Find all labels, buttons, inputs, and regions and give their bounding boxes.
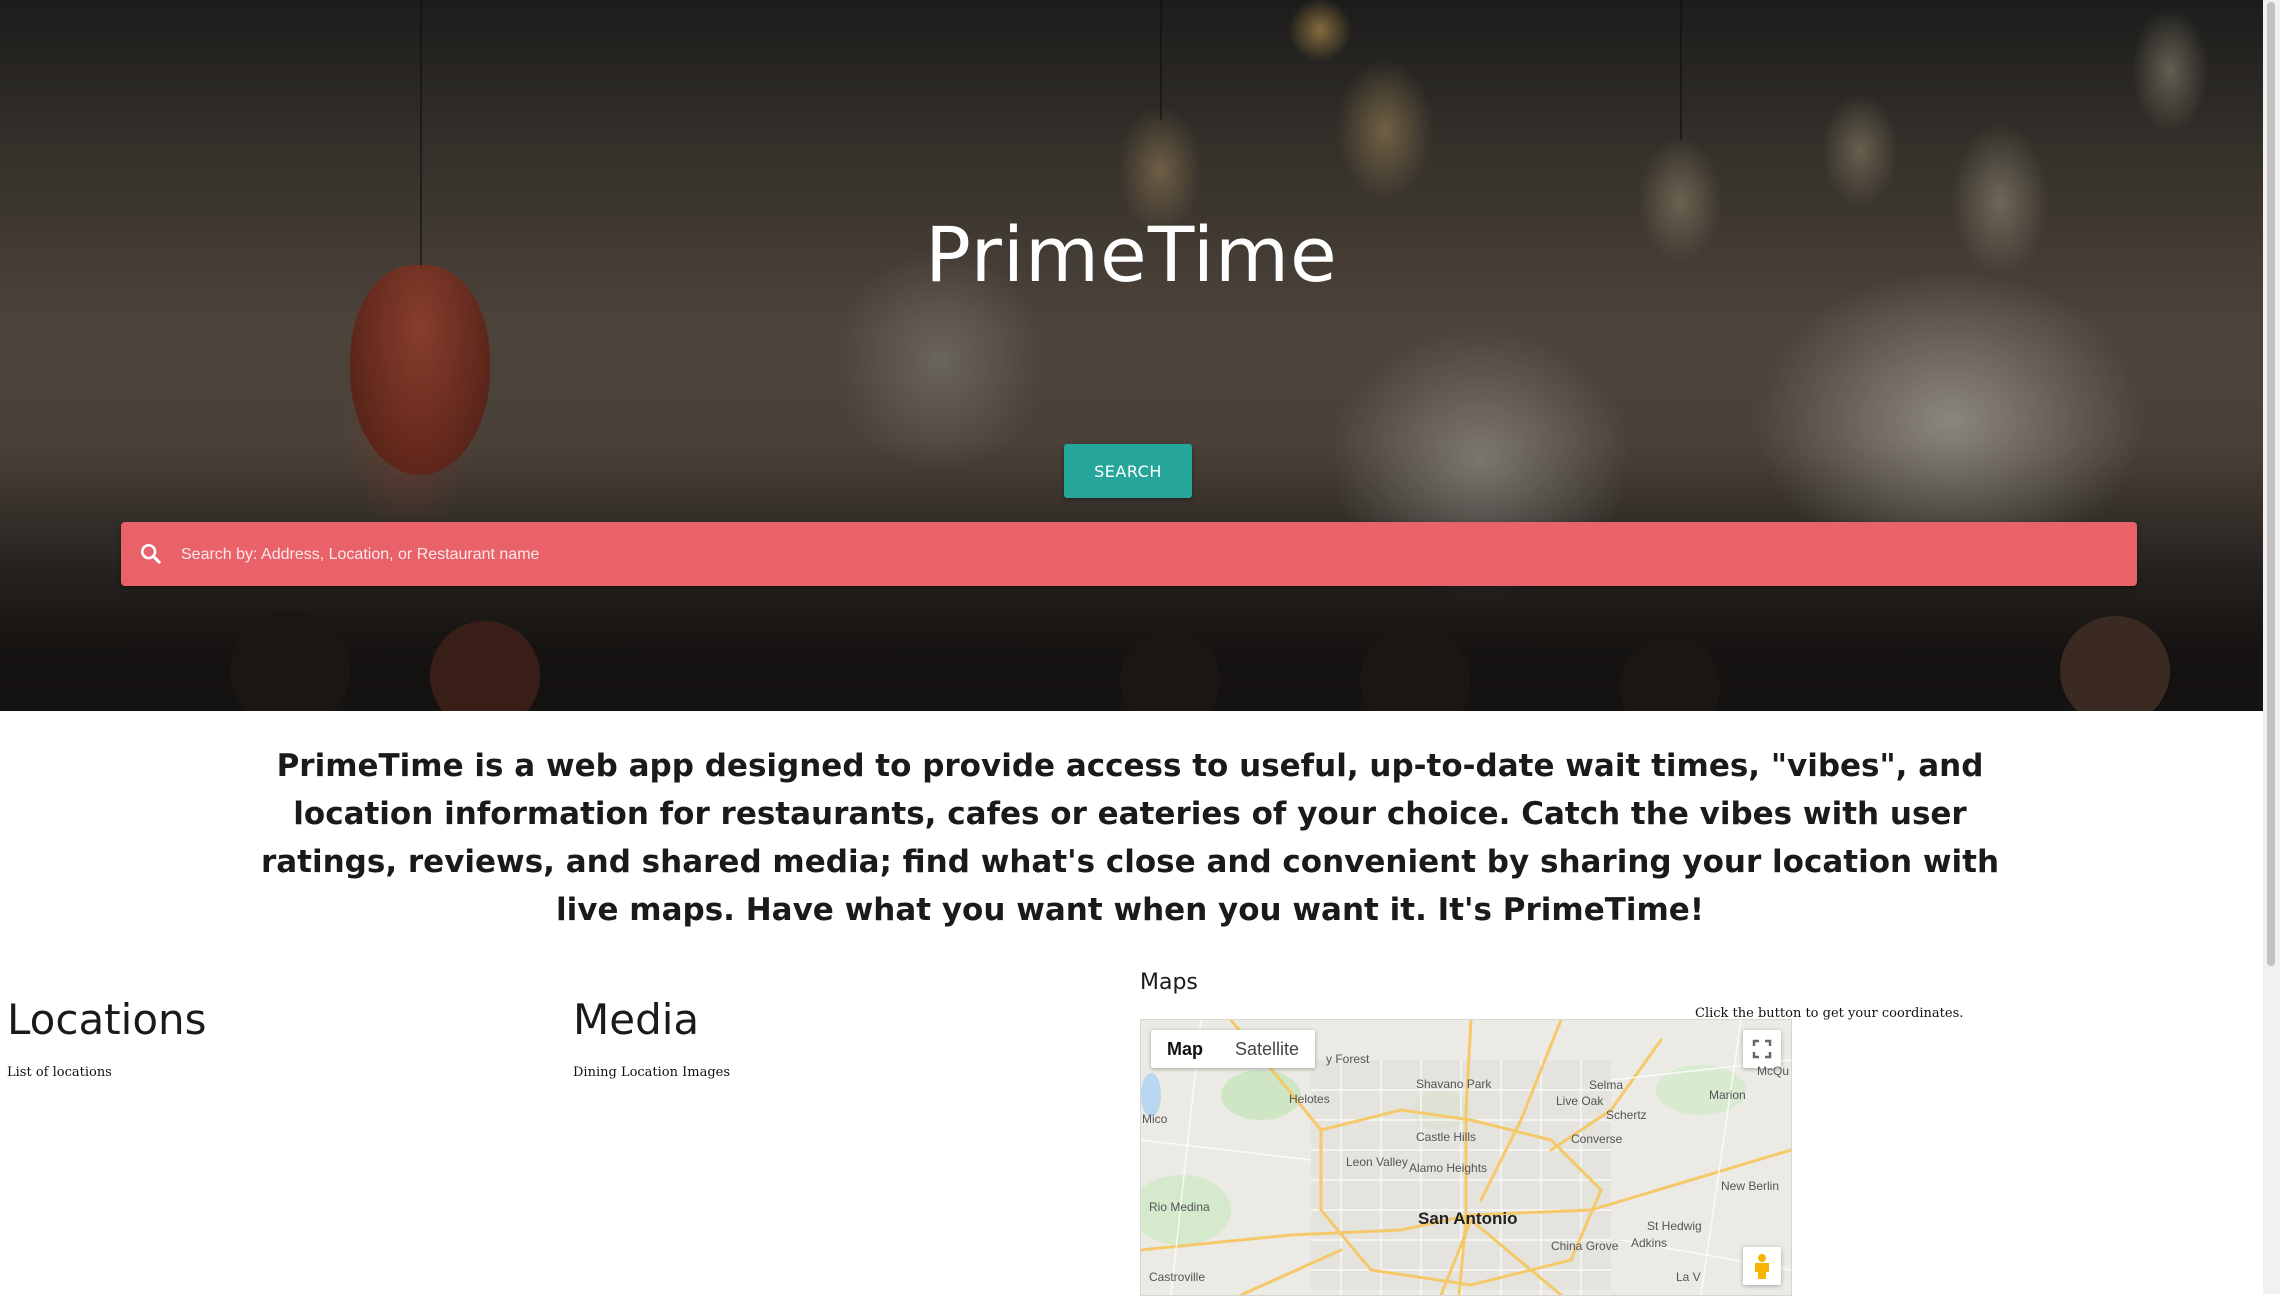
map-place-label: McQu xyxy=(1757,1064,1790,1078)
locations-subtitle: List of locations xyxy=(7,1065,112,1080)
crowd-silhouette xyxy=(230,611,350,711)
map-place-label: China Grove xyxy=(1551,1239,1619,1253)
pegman-icon xyxy=(1755,1254,1769,1279)
search-input[interactable] xyxy=(179,530,2123,580)
map-place-label: Leon Valley xyxy=(1346,1155,1408,1169)
crowd-silhouette xyxy=(2060,616,2170,711)
scrollbar-thumb[interactable] xyxy=(2267,2,2275,966)
map-place-label: Mico xyxy=(1142,1112,1168,1126)
map-type-map[interactable]: Map xyxy=(1151,1030,1219,1068)
map-place-label: Castroville xyxy=(1149,1270,1206,1284)
street-view-button[interactable] xyxy=(1743,1247,1781,1285)
map-place-label: y Forest xyxy=(1326,1052,1370,1066)
intro-description: PrimeTime is a web app designed to provi… xyxy=(260,748,2000,928)
app-title: PrimeTime xyxy=(925,210,1338,299)
map-place-label: Live Oak xyxy=(1556,1094,1604,1108)
map-place-label: Rio Medina xyxy=(1149,1200,1210,1214)
maps-heading: Maps xyxy=(1140,970,1198,995)
map-city-label: San Antonio xyxy=(1418,1209,1518,1228)
map-place-label: Helotes xyxy=(1289,1092,1330,1106)
map-place-label: Converse xyxy=(1571,1132,1623,1146)
search-button[interactable]: SEARCH xyxy=(1064,444,1192,498)
map-place-label: Castle Hills xyxy=(1416,1130,1477,1144)
crowd-silhouette xyxy=(430,621,540,711)
map-place-label: Alamo Heights xyxy=(1409,1161,1488,1175)
hero-banner: PrimeTime SEARCH xyxy=(0,0,2263,711)
map-place-label: St Hedwig xyxy=(1647,1219,1702,1233)
map-type-control: Map Satellite xyxy=(1151,1030,1316,1068)
crowd-silhouette xyxy=(1360,626,1470,711)
map-place-label: Marion xyxy=(1709,1088,1746,1102)
map-widget[interactable]: Map Satellite y Forest Shavano Park Selm… xyxy=(1140,1019,1792,1296)
map-place-label: Adkins xyxy=(1631,1236,1668,1250)
map-place-label: Selma xyxy=(1589,1078,1624,1092)
hero-crowd xyxy=(0,591,2263,711)
search-bar[interactable] xyxy=(121,522,2137,586)
search-icon xyxy=(140,543,161,564)
media-heading: Media xyxy=(573,995,700,1044)
map-place-label: La V xyxy=(1676,1270,1701,1284)
media-subtitle: Dining Location Images xyxy=(573,1065,731,1080)
page-scrollbar[interactable] xyxy=(2263,0,2280,1294)
map-type-satellite[interactable]: Satellite xyxy=(1219,1030,1315,1068)
fullscreen-button[interactable] xyxy=(1743,1030,1781,1068)
fullscreen-icon xyxy=(1752,1039,1772,1059)
locations-heading: Locations xyxy=(7,995,207,1044)
crowd-silhouette xyxy=(1620,636,1720,711)
map-place-label: New Berlin xyxy=(1721,1179,1780,1193)
map-place-label: Shavano Park xyxy=(1416,1077,1492,1091)
crowd-silhouette xyxy=(1120,631,1220,711)
map-place-label: Schertz xyxy=(1606,1108,1647,1122)
